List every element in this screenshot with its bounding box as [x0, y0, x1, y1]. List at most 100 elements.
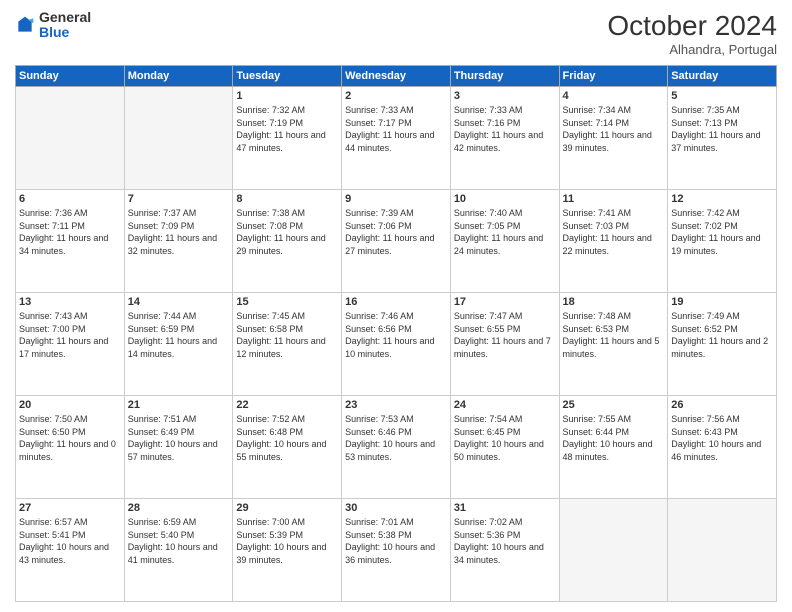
day-header: Wednesday: [342, 66, 451, 87]
sunrise: Sunrise: 7:47 AM: [454, 311, 523, 321]
header: General Blue October 2024 Alhandra, Port…: [15, 10, 777, 57]
daylight: Daylight: 11 hours and 2 minutes.: [671, 336, 768, 359]
day-info: Sunrise: 7:42 AMSunset: 7:02 PMDaylight:…: [671, 207, 773, 257]
daylight: Daylight: 10 hours and 48 minutes.: [563, 439, 653, 462]
sunset: Sunset: 5:36 PM: [454, 530, 521, 540]
sunrise: Sunrise: 7:50 AM: [19, 414, 88, 424]
day-info: Sunrise: 7:35 AMSunset: 7:13 PMDaylight:…: [671, 104, 773, 154]
day-number: 24: [454, 399, 556, 411]
calendar-cell: [16, 87, 125, 190]
calendar-cell: 30Sunrise: 7:01 AMSunset: 5:38 PMDayligh…: [342, 499, 451, 602]
daylight: Daylight: 11 hours and 47 minutes.: [236, 130, 325, 153]
sunset: Sunset: 7:16 PM: [454, 118, 521, 128]
day-info: Sunrise: 7:37 AMSunset: 7:09 PMDaylight:…: [128, 207, 230, 257]
daylight: Daylight: 11 hours and 34 minutes.: [19, 233, 108, 256]
calendar-cell: 24 Sunrise: 7:54 AMSunset: 6:45 PMDayligh…: [450, 396, 559, 499]
day-info: Sunrise: 7:33 AMSunset: 7:16 PMDaylight:…: [454, 104, 556, 154]
day-number: 14: [128, 296, 230, 308]
daylight: Daylight: 11 hours and 29 minutes.: [236, 233, 325, 256]
sunset: Sunset: 7:00 PM: [19, 324, 86, 334]
calendar-cell: 7Sunrise: 7:37 AMSunset: 7:09 PMDaylight…: [124, 190, 233, 293]
day-number: 19: [671, 296, 773, 308]
sunrise: Sunrise: 7:36 AM: [19, 208, 88, 218]
sunrise: Sunrise: 7:39 AM: [345, 208, 414, 218]
day-header: Friday: [559, 66, 668, 87]
calendar-page: General Blue October 2024 Alhandra, Port…: [0, 0, 792, 612]
sunset: Sunset: 6:53 PM: [563, 324, 630, 334]
sunrise: Sunrise: 7:33 AM: [345, 105, 414, 115]
calendar-cell: 15Sunrise: 7:45 AMSunset: 6:58 PMDayligh…: [233, 293, 342, 396]
calendar-cell: 1Sunrise: 7:32 AMSunset: 7:19 PMDaylight…: [233, 87, 342, 190]
day-info: Sunrise: 7:01 AMSunset: 5:38 PMDaylight:…: [345, 516, 447, 566]
sunrise: Sunrise: 7:40 AM: [454, 208, 523, 218]
daylight: Daylight: 11 hours and 24 minutes.: [454, 233, 543, 256]
sunset: Sunset: 6:55 PM: [454, 324, 521, 334]
day-info: Sunrise: 6:59 AMSunset: 5:40 PMDaylight:…: [128, 516, 230, 566]
day-number: 18: [563, 296, 665, 308]
daylight: Daylight: 11 hours and 19 minutes.: [671, 233, 760, 256]
day-info: Sunrise: 7:47 AMSunset: 6:55 PMDaylight:…: [454, 310, 556, 360]
daylight: Daylight: 11 hours and 0 minutes.: [19, 439, 116, 462]
day-number: 11: [563, 193, 665, 205]
sunrise: Sunrise: 7:37 AM: [128, 208, 197, 218]
daylight: Daylight: 11 hours and 5 minutes.: [563, 336, 660, 359]
sunset: Sunset: 6:48 PM: [236, 427, 303, 437]
day-info: Sunrise: 7:00 AMSunset: 5:39 PMDaylight:…: [236, 516, 338, 566]
sunrise: Sunrise: 7:00 AM: [236, 517, 305, 527]
daylight: Daylight: 11 hours and 44 minutes.: [345, 130, 434, 153]
calendar-cell: 26Sunrise: 7:56 AMSunset: 6:43 PMDayligh…: [668, 396, 777, 499]
sunset: Sunset: 5:38 PM: [345, 530, 412, 540]
sunset: Sunset: 7:14 PM: [563, 118, 630, 128]
day-info: Sunrise: 7:36 AM Sunset: 7:11 PM Daylight:…: [19, 207, 121, 257]
sunrise: Sunrise: 7:52 AM: [236, 414, 305, 424]
day-number: 20: [19, 399, 121, 411]
logo-text: General Blue: [39, 10, 91, 41]
day-number: 7: [128, 193, 230, 205]
day-info: Sunrise: 7:44 AMSunset: 6:59 PMDaylight:…: [128, 310, 230, 360]
location: Alhandra, Portugal: [607, 42, 777, 57]
daylight: Daylight: 11 hours and 27 minutes.: [345, 233, 434, 256]
day-info: Sunrise: 7:33 AMSunset: 7:17 PMDaylight:…: [345, 104, 447, 154]
calendar-cell: 13Sunrise: 7:43 AMSunset: 7:00 PMDayligh…: [16, 293, 125, 396]
daylight: Daylight: 10 hours and 39 minutes.: [236, 542, 326, 565]
calendar-cell: 19Sunrise: 7:49 AMSunset: 6:52 PMDayligh…: [668, 293, 777, 396]
sunrise: Sunrise: 7:54 AM: [454, 414, 523, 424]
day-info: Sunrise: 7:39 AM Sunset: 7:06 PM Daylight:…: [345, 207, 447, 257]
daylight: Daylight: 10 hours and 43 minutes.: [19, 542, 109, 565]
day-info: Sunrise: 7:41 AMSunset: 7:03 PMDaylight:…: [563, 207, 665, 257]
day-number: 9: [345, 193, 447, 205]
sunset: Sunset: 6:44 PM: [563, 427, 630, 437]
sunset: Sunset: 7:05 PM: [454, 221, 521, 231]
calendar-cell: 2Sunrise: 7:33 AMSunset: 7:17 PMDaylight…: [342, 87, 451, 190]
day-number: 6: [19, 193, 121, 205]
daylight: Daylight: 10 hours and 34 minutes.: [454, 542, 544, 565]
calendar-cell: [668, 499, 777, 602]
day-info: Sunrise: 7:54 AMSunset: 6:45 PMDaylight:…: [454, 413, 556, 463]
daylight: Daylight: 10 hours and 53 minutes.: [345, 439, 435, 462]
sunset: Sunset: 7:09 PM: [128, 221, 195, 231]
day-number: 5: [671, 90, 773, 102]
sunrise: Sunrise: 6:59 AM: [128, 517, 197, 527]
day-number: 10: [454, 193, 556, 205]
logo-icon: [15, 15, 35, 35]
sunset: Sunset: 7:11 PM: [19, 221, 85, 231]
sunrise: Sunrise: 6:57 AM: [19, 517, 88, 527]
sunrise: Sunrise: 7:45 AM: [236, 311, 305, 321]
calendar-cell: 11 Sunrise: 7:41 AMSunset: 7:03 PMDayligh…: [559, 190, 668, 293]
sunset: Sunset: 7:03 PM: [563, 221, 630, 231]
sunrise: Sunrise: 7:35 AM: [671, 105, 740, 115]
calendar-cell: 14 Sunrise: 7:44 AMSunset: 6:59 PMDayligh…: [124, 293, 233, 396]
sunset: Sunset: 7:06 PM: [345, 221, 412, 231]
calendar-cell: 23Sunrise: 7:53 AMSunset: 6:46 PMDayligh…: [342, 396, 451, 499]
day-number: 15: [236, 296, 338, 308]
calendar-cell: 9 Sunrise: 7:39 AM Sunset: 7:06 PM Daylight…: [342, 190, 451, 293]
calendar-cell: 3Sunrise: 7:33 AMSunset: 7:16 PMDaylight…: [450, 87, 559, 190]
day-number: 8: [236, 193, 338, 205]
calendar-table: SundayMondayTuesdayWednesdayThursdayFrid…: [15, 65, 777, 602]
calendar-header-row: SundayMondayTuesdayWednesdayThursdayFrid…: [16, 66, 777, 87]
sunrise: Sunrise: 7:46 AM: [345, 311, 414, 321]
sunset: Sunset: 7:19 PM: [236, 118, 303, 128]
calendar-week-row: 13Sunrise: 7:43 AMSunset: 7:00 PMDayligh…: [16, 293, 777, 396]
day-info: Sunrise: 7:40 AM Sunset: 7:05 PM Daylight:…: [454, 207, 556, 257]
day-info: Sunrise: 6:57 AMSunset: 5:41 PMDaylight:…: [19, 516, 121, 566]
